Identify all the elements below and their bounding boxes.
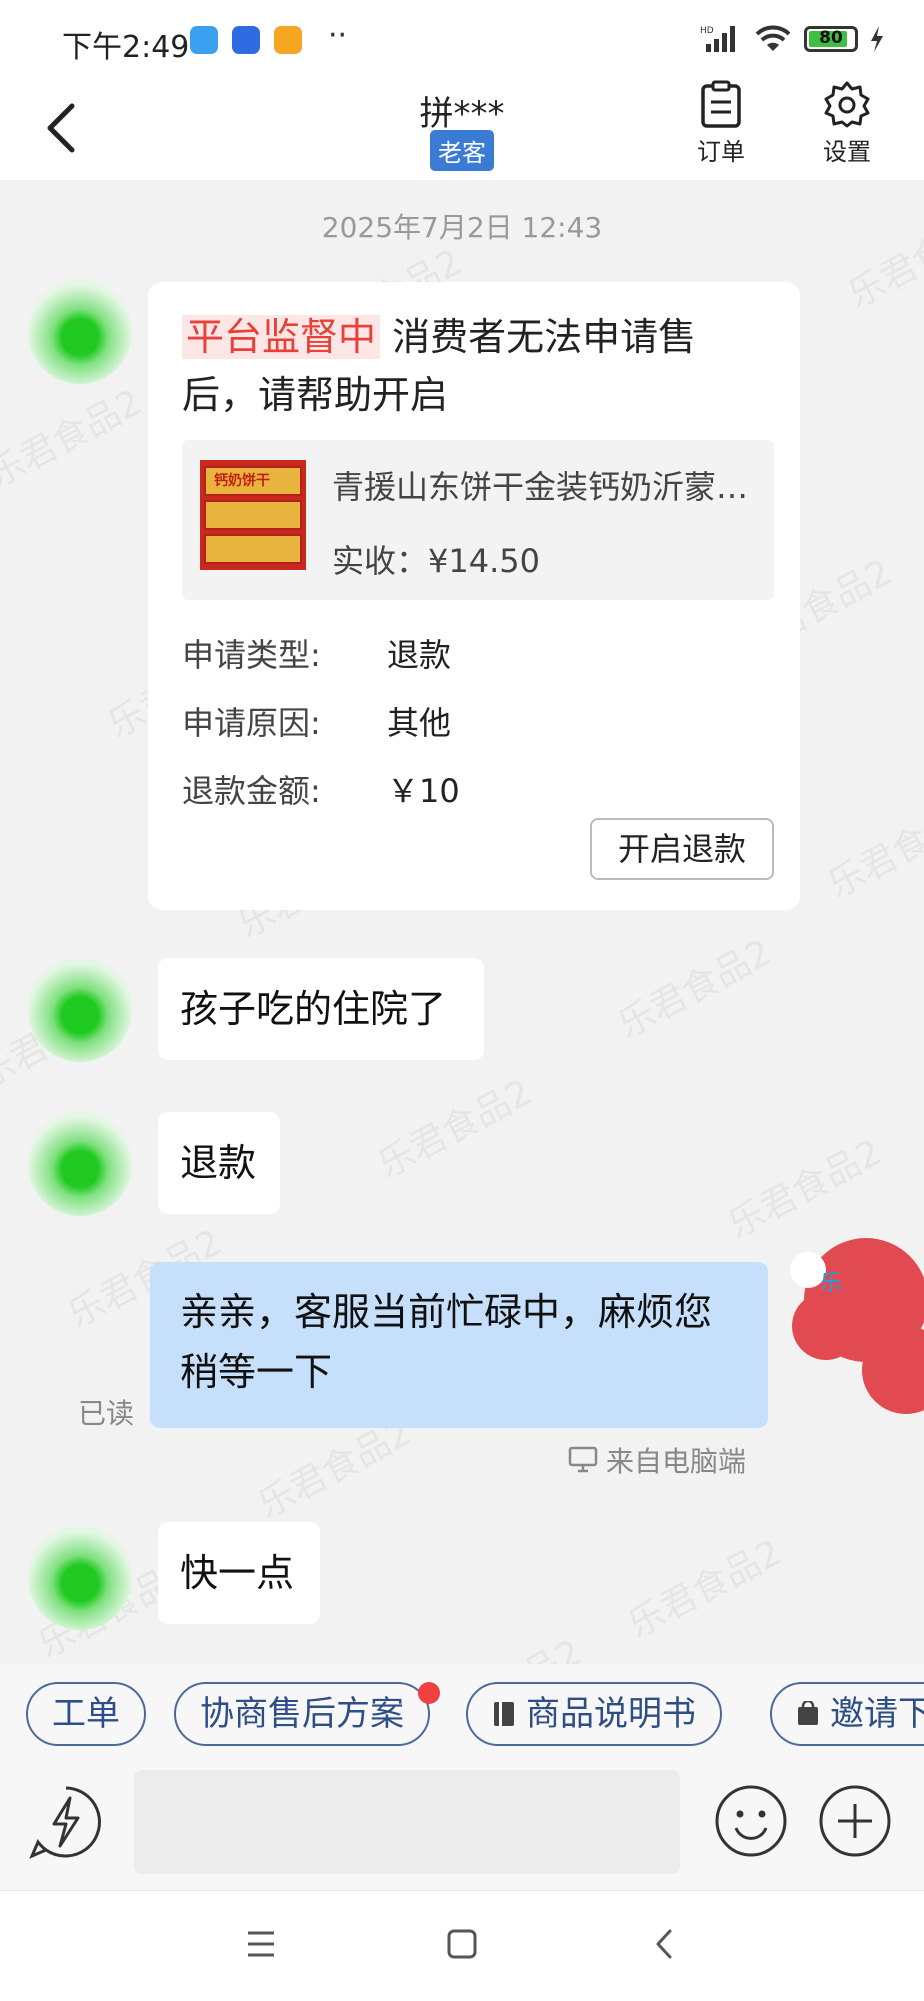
svg-text:HD: HD (700, 26, 714, 36)
shield-app-icon (232, 26, 260, 54)
more-notifications-icon: ·· (328, 18, 348, 53)
product-name: 青援山东饼干金装钙奶沂蒙老式饼干 (332, 468, 762, 506)
row-label: 退款金额: (182, 772, 321, 810)
after-sale-request-card: 平台监督中 消费者无法申请售后，请帮助开启 钙奶饼干 青援山东饼干金装钙奶沂蒙老… (148, 282, 800, 910)
agent-message: 亲亲，客服当前忙碌中，麻烦您稍等一下 (150, 1262, 768, 1428)
wifi-icon (755, 25, 791, 51)
status-time: 下午2:49 (62, 30, 190, 65)
chip-label: 邀请下单 (830, 1694, 924, 1734)
battery-level: 80 (819, 28, 843, 48)
emoji-icon[interactable] (714, 1784, 788, 1858)
row-value: 退款 (387, 636, 452, 674)
agent-avatar[interactable]: 乐 (786, 1230, 924, 1420)
agent-tag: 乐 (820, 1271, 842, 1296)
customer-avatar[interactable] (28, 958, 132, 1062)
monitor-icon (568, 1446, 598, 1473)
product-price: 实收：¥14.50 (332, 542, 540, 580)
refund-amount-row: 退款金额: ￥10 (182, 766, 460, 812)
row-value: ￥10 (387, 772, 460, 810)
chip-label: 协商售后方案 (200, 1694, 404, 1734)
home-icon[interactable] (437, 1919, 487, 1969)
product-image: 钙奶饼干 (200, 460, 306, 570)
request-reason-row: 申请原因: 其他 (182, 698, 451, 744)
settings-label: 设置 (823, 138, 871, 166)
package-label: 钙奶饼干 (214, 473, 270, 489)
customer-message: 孩子吃的住院了 (158, 958, 484, 1060)
negotiate-after-sale-chip[interactable]: 协商售后方案 (174, 1682, 430, 1746)
message-timestamp: 2025年7月2日 12:43 (321, 211, 603, 244)
input-bar (0, 1764, 924, 1890)
notes-app-icon (274, 26, 302, 54)
watermark: 乐君食品2 (821, 791, 924, 907)
watermark: 乐君食品2 (371, 1071, 539, 1187)
watermark: 乐君食品2 (611, 931, 779, 1047)
customer-tag: 老客 (430, 130, 494, 171)
plus-icon[interactable] (818, 1784, 892, 1858)
chat-header: 拼*** 老客 订单 设置 (0, 80, 924, 180)
book-icon (494, 1702, 514, 1726)
back-icon[interactable] (640, 1919, 690, 1969)
clipboard-icon (701, 80, 741, 128)
status-bar: 下午2:49 ·· HD 80 (0, 0, 924, 80)
customer-message: 退款 (158, 1112, 280, 1214)
order-label: 订单 (697, 138, 745, 166)
chip-label: 工单 (52, 1694, 120, 1734)
watermark: 乐君食品2 (621, 1531, 789, 1647)
settings-button[interactable]: 设置 (802, 80, 892, 167)
system-nav-bar (0, 1890, 924, 2001)
charging-icon (871, 26, 883, 52)
battery-icon: 80 (804, 26, 858, 52)
request-type-row: 申请类型: 退款 (182, 630, 451, 676)
customer-avatar[interactable] (28, 280, 132, 384)
sent-from-pc: 来自电脑端 (568, 1440, 746, 1480)
weather-app-icon (190, 26, 218, 54)
card-title: 平台监督中 消费者无法申请售后，请帮助开启 (182, 308, 772, 424)
chat-title: 拼*** (419, 94, 505, 134)
customer-avatar[interactable] (28, 1112, 132, 1216)
read-receipt: 已读 (78, 1397, 135, 1430)
customer-message: 快一点 (158, 1522, 320, 1624)
message-input[interactable] (134, 1770, 680, 1874)
signal-icon: HD (700, 26, 735, 52)
row-value: 其他 (387, 704, 452, 742)
quick-action-bar: 工单 协商售后方案 商品说明书 邀请下单 (0, 1664, 924, 1764)
row-label: 申请原因: (182, 704, 321, 742)
invite-order-chip[interactable]: 邀请下单 (770, 1682, 924, 1746)
bag-icon (798, 1701, 818, 1725)
gear-icon (824, 81, 870, 128)
product-manual-chip[interactable]: 商品说明书 (466, 1682, 722, 1746)
order-button[interactable]: 订单 (676, 80, 766, 167)
notification-dot (418, 1682, 440, 1704)
menu-icon[interactable] (236, 1919, 286, 1969)
enable-refund-button[interactable]: 开启退款 (590, 818, 774, 880)
sent-from-label: 来自电脑端 (606, 1445, 747, 1478)
watermark: 乐君食品2 (0, 381, 149, 497)
supervision-tag: 平台监督中 (182, 315, 381, 359)
work-order-chip[interactable]: 工单 (26, 1682, 146, 1746)
row-label: 申请类型: (182, 636, 321, 674)
quick-reply-icon[interactable] (28, 1784, 104, 1860)
customer-avatar[interactable] (28, 1526, 132, 1630)
chip-label: 商品说明书 (526, 1694, 696, 1734)
product-item[interactable]: 钙奶饼干 青援山东饼干金装钙奶沂蒙老式饼干 实收：¥14.50 (182, 440, 774, 600)
